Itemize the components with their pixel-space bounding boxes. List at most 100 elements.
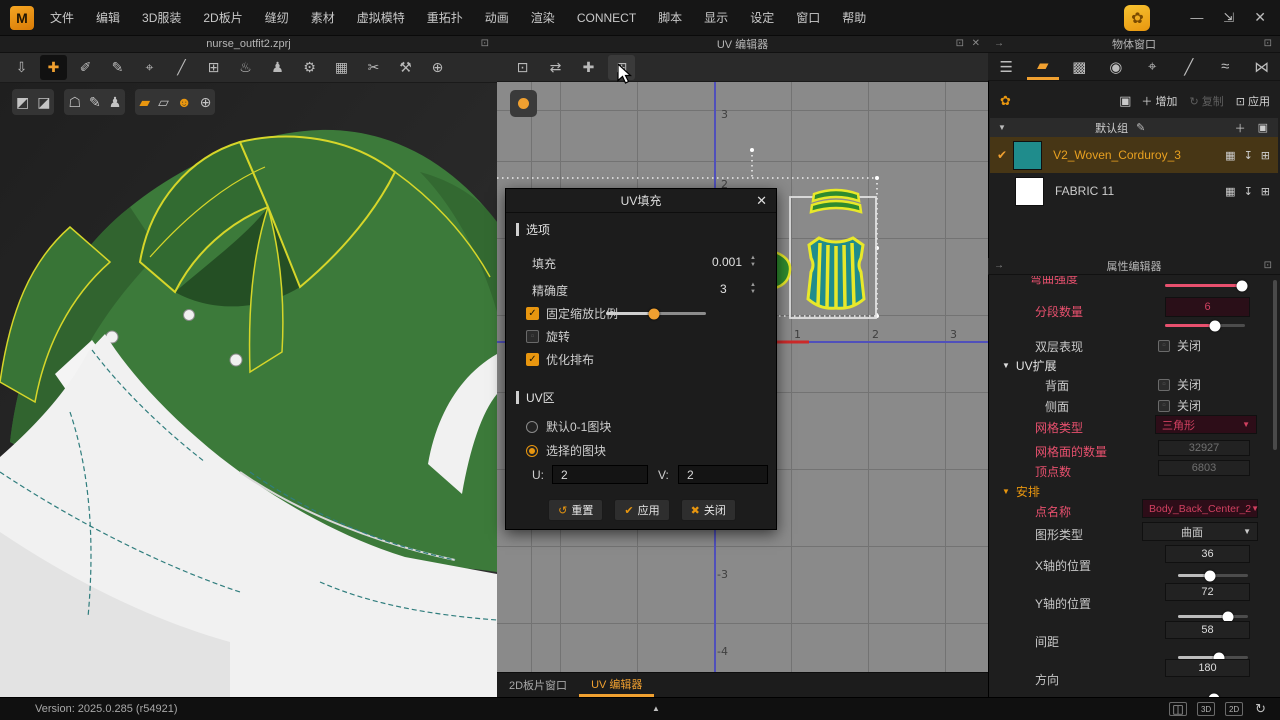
shape-type-dropdown[interactable]: 曲面 ▼ xyxy=(1142,522,1258,541)
viewport3d-titlebar[interactable]: nurse_outfit2.zprj ⊡ xyxy=(0,36,497,53)
layer-save-icon[interactable]: ↧ xyxy=(1244,185,1253,198)
menu-2d-pattern[interactable]: 2D板片 xyxy=(199,9,246,26)
layer-swatch[interactable] xyxy=(1013,141,1042,170)
fixed-scale-checkbox[interactable]: ✓ xyxy=(526,307,539,320)
view-2d-badge[interactable]: 2D xyxy=(1225,702,1243,716)
ring-tool-icon[interactable]: ⊕ xyxy=(424,55,451,80)
uv-expand-collapse-icon[interactable]: ▼ xyxy=(1002,361,1010,370)
pattern-tab-icon[interactable]: ▩ xyxy=(1063,55,1095,79)
menu-connect[interactable]: CONNECT xyxy=(573,11,640,25)
paint-display-icon[interactable]: ✎ xyxy=(89,94,101,111)
import-material-icon[interactable]: ▣ xyxy=(1119,93,1131,109)
rotate-checkbox[interactable]: ▫ xyxy=(526,330,539,343)
x-position-slider[interactable] xyxy=(1178,574,1248,577)
uv-piece-vest[interactable] xyxy=(808,238,864,308)
uv-close-icon[interactable]: ✕ xyxy=(972,39,980,49)
precision-spinner[interactable]: ▲▼ xyxy=(750,282,756,295)
shirt-display-icon[interactable]: ☖ xyxy=(68,94,81,111)
lasso-tool-icon[interactable]: ✐ xyxy=(72,55,99,80)
property-editor-titlebar[interactable]: → 属性编辑器 ⊡ xyxy=(988,258,1280,275)
list-tab-icon[interactable]: ☰ xyxy=(990,55,1022,79)
uv-editor-titlebar[interactable]: UV 编辑器 ⊡ ✕ xyxy=(497,36,988,53)
side-face-checkbox[interactable]: ▫ xyxy=(1158,400,1170,412)
world-display-icon[interactable]: ⊕ xyxy=(200,94,212,111)
stitchline-tab-icon[interactable]: ╱ xyxy=(1173,55,1205,79)
split-view-icon[interactable]: ◫ xyxy=(1169,702,1187,716)
point-name-dropdown[interactable]: Body_Back_Center_2 ▼ xyxy=(1142,499,1258,518)
menu-3d-garment[interactable]: 3D服装 xyxy=(138,9,185,26)
menu-material[interactable]: 素材 xyxy=(307,9,339,26)
uv-fill-dialog-titlebar[interactable]: UV填充 ✕ xyxy=(506,189,776,213)
float-panel-icon[interactable]: ⊡ xyxy=(481,39,489,49)
u-input[interactable]: 2 xyxy=(552,465,648,484)
dialog-close-button[interactable]: ✖关闭 xyxy=(681,499,736,521)
mannequin-display-icon[interactable]: ☻ xyxy=(177,94,192,110)
group-folder-icon[interactable]: ▣ xyxy=(1258,121,1268,134)
menu-file[interactable]: 文件 xyxy=(46,9,78,26)
move-tool-icon[interactable]: ✚ xyxy=(40,55,67,80)
y-position-slider[interactable] xyxy=(1178,615,1248,618)
layer-copy-icon[interactable]: ⊞ xyxy=(1261,185,1270,198)
minimize-button[interactable]: — xyxy=(1190,10,1203,25)
panel-arrow-icon[interactable]: → xyxy=(994,39,1004,49)
segment-count-slider[interactable] xyxy=(1165,324,1245,327)
menu-settings[interactable]: 设定 xyxy=(746,9,778,26)
topstitch-tab-icon[interactable]: ≈ xyxy=(1209,55,1241,79)
needle-tool-icon[interactable]: ╱ xyxy=(168,55,195,80)
steamer-tool-icon[interactable]: ♨ xyxy=(232,55,259,80)
segment-count-input[interactable]: 6 xyxy=(1165,297,1250,317)
menu-display[interactable]: 显示 xyxy=(700,9,732,26)
fabric-front-icon[interactable]: ▰ xyxy=(139,94,150,111)
fabric-tab-icon[interactable]: ▰ xyxy=(1027,53,1059,80)
layer-row[interactable]: FABRIC 11 ▦ ↧ ⊞ xyxy=(990,173,1278,209)
fill-value[interactable]: 0.001 xyxy=(684,255,742,269)
menu-edit[interactable]: 编辑 xyxy=(92,9,124,26)
precision-value[interactable]: 3 xyxy=(720,282,727,296)
solid-view-icon[interactable]: ◩ xyxy=(16,94,29,111)
layer-save-icon[interactable]: ↧ xyxy=(1244,149,1253,162)
menu-sewing[interactable]: 缝纫 xyxy=(261,9,293,26)
menu-script[interactable]: 脚本 xyxy=(654,9,686,26)
back-face-checkbox[interactable]: ▫ xyxy=(1158,379,1170,391)
property-float-icon[interactable]: ⊡ xyxy=(1264,261,1272,271)
garment-pieces-tool-icon[interactable]: ⊞ xyxy=(200,55,227,80)
layer-grid-icon[interactable]: ▦ xyxy=(1225,185,1235,198)
property-scrollbar[interactable] xyxy=(1273,280,1277,450)
tab-uv-editor[interactable]: UV 编辑器 xyxy=(579,673,654,697)
fabric-back-icon[interactable]: ▱ xyxy=(158,94,169,111)
panel-arrow-icon[interactable]: → xyxy=(994,261,1004,271)
object-float-icon[interactable]: ⊡ xyxy=(1264,39,1272,49)
group-add-icon[interactable]: ＋ xyxy=(1235,120,1246,136)
group-edit-icon[interactable]: ✎ xyxy=(1136,121,1145,134)
uv-piece-collar[interactable] xyxy=(811,190,861,212)
avatar-display-icon[interactable]: ♟ xyxy=(109,94,122,111)
group-header-row[interactable]: ▼ 默认组 ✎ ＋ ▣ xyxy=(990,118,1278,137)
precision-slider[interactable] xyxy=(606,312,706,315)
menu-avatar[interactable]: 虚拟模特 xyxy=(353,9,409,26)
pin-tool-icon[interactable]: ⌖ xyxy=(136,55,163,80)
expand-panel-icon[interactable]: ▲ xyxy=(652,704,660,713)
menu-help[interactable]: 帮助 xyxy=(838,9,870,26)
layer-row-selected[interactable]: ✔ V2_Woven_Corduroy_3 ▦ ↧ ⊞ xyxy=(990,137,1278,173)
restore-button[interactable]: ⇲ xyxy=(1223,10,1234,26)
refresh-icon[interactable]: ↻ xyxy=(1255,701,1266,717)
x-position-input[interactable]: 36 xyxy=(1165,545,1250,563)
arrange-collapse-icon[interactable]: ▼ xyxy=(1002,487,1010,496)
sewing-machine-tool-icon[interactable]: ⚙ xyxy=(296,55,323,80)
button-tab-icon[interactable]: ◉ xyxy=(1100,55,1132,79)
fill-spinner[interactable]: ▲▼ xyxy=(750,255,756,268)
apply-material-button[interactable]: ⊡ 应用 xyxy=(1236,93,1270,109)
optimize-layout-checkbox[interactable]: ✓ xyxy=(526,353,539,366)
scissors-tool-icon[interactable]: ✂ xyxy=(360,55,387,80)
v-input[interactable]: 2 xyxy=(678,465,768,484)
dialog-close-icon[interactable]: ✕ xyxy=(756,193,767,209)
mesh-view-icon[interactable]: ◪ xyxy=(37,94,50,111)
reset-button[interactable]: ↺重置 xyxy=(548,499,603,521)
grid-tool-icon[interactable]: ▦ xyxy=(328,55,355,80)
flatten-tool-icon[interactable]: ⚒ xyxy=(392,55,419,80)
puckering-tab-icon[interactable]: ⋈ xyxy=(1246,55,1278,79)
direction-input[interactable]: 180 xyxy=(1165,659,1250,677)
pin-tab-icon[interactable]: ⌖ xyxy=(1136,55,1168,79)
layer-swatch[interactable] xyxy=(1015,177,1044,206)
menu-window[interactable]: 窗口 xyxy=(792,9,824,26)
